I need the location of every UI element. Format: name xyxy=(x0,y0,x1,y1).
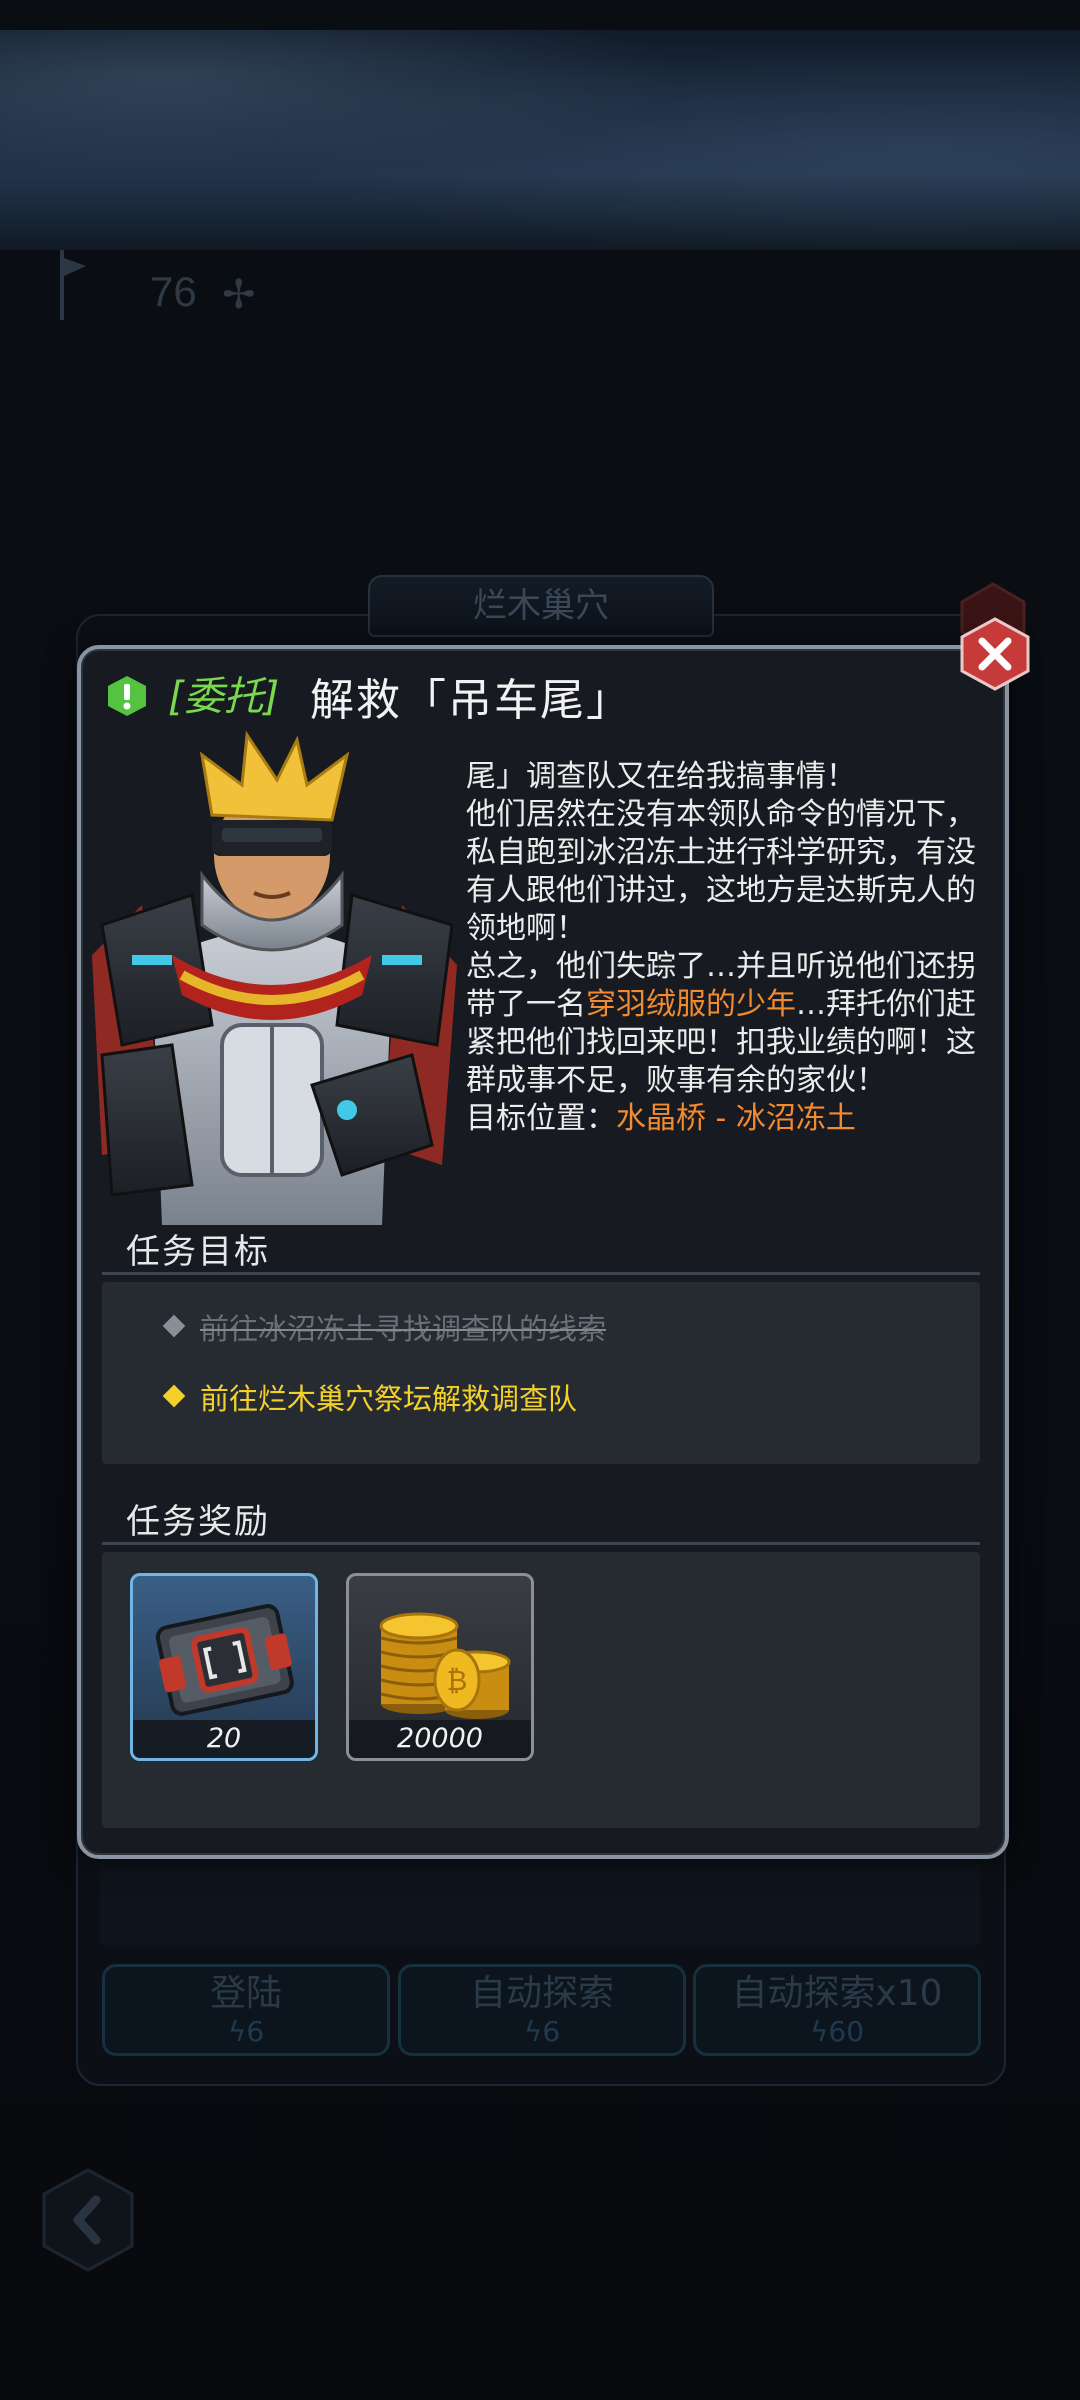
reward-item[interactable]: 20 xyxy=(130,1573,318,1761)
story-line-1: 尾」调查队又在给我搞事情！ xyxy=(466,759,856,794)
energy-icon: ϟ xyxy=(227,2015,247,2048)
energy-icon: ϟ xyxy=(809,2015,829,2048)
location-value: 水晶桥 - 冰沼冻土 xyxy=(616,1101,856,1136)
energy-icon: ϟ xyxy=(523,2015,543,2048)
auto-explore-label: 自动探索 xyxy=(469,1973,614,2014)
sparkle-icon: ✢ xyxy=(222,272,256,318)
objective-done: 前往冰沼冻土寻找调查队的线索 xyxy=(200,1312,607,1346)
quest-screen: 76 ✢ 烂木巢穴 登陆 ϟ6 自动探索 ϟ6 自动探索x10 ϟ60 [委托]… xyxy=(0,0,1080,2400)
auto-explore-x10-label: 自动探索x10 xyxy=(731,1973,943,2014)
land-button-label: 登陆 xyxy=(209,1973,282,2014)
background-sky xyxy=(0,0,1080,250)
reward-count: 20 xyxy=(133,1720,315,1758)
location-label: 目标位置： xyxy=(466,1101,616,1136)
objective-active: 前往烂木巢穴祭坛解救调查队 xyxy=(200,1382,578,1416)
highlighted-npc: 穿羽绒服的少年 xyxy=(586,987,796,1022)
character-portrait xyxy=(92,730,457,1225)
auto-explore-x10-cost: ϟ60 xyxy=(809,2015,865,2048)
back-arrow-icon[interactable] xyxy=(38,2166,138,2274)
gear-box-icon xyxy=(155,1604,294,1716)
rewards-divider xyxy=(102,1542,980,1545)
alert-icon xyxy=(108,676,146,716)
auto-explore-cost: ϟ6 xyxy=(523,2015,561,2048)
flag-icon xyxy=(60,250,86,320)
objectives-title: 任务目标 xyxy=(126,1232,270,1272)
objectives-divider xyxy=(102,1272,980,1275)
map-title: 烂木巢穴 xyxy=(368,575,714,637)
close-icon[interactable] xyxy=(958,617,1032,691)
status-bar-area xyxy=(0,0,1080,30)
quest-title: 解救「吊车尾」 xyxy=(310,675,632,726)
auto-explore-button[interactable]: 自动探索 ϟ6 xyxy=(398,1964,686,2056)
quest-type-tag: [委托] xyxy=(168,674,280,720)
quest-description: 尾」调查队又在给我搞事情！ 他们居然在没有本领队命令的情况下，私自跑到冰沼冻土进… xyxy=(466,758,996,1138)
map-info-strip xyxy=(100,1855,980,1945)
rewards-title: 任务奖励 xyxy=(126,1502,270,1542)
reward-count: 20000 xyxy=(349,1720,531,1758)
story-line-2: 他们居然在没有本领队命令的情况下，私自跑到冰沼冻土进行科学研究，有没有人跟他们讲… xyxy=(466,797,976,946)
land-button[interactable]: 登陆 ϟ6 xyxy=(102,1964,390,2056)
svg-text:₿: ₿ xyxy=(447,1664,468,1697)
reward-item[interactable]: ₿ 20000 xyxy=(346,1573,534,1761)
target-location: 目标位置：水晶桥 - 冰沼冻土 xyxy=(466,1100,996,1138)
story-line-3: 总之，他们失踪了…并且听说他们还拐带了一名穿羽绒服的少年…拜托你们赶紧把他们找回… xyxy=(466,949,976,1098)
land-button-cost: ϟ6 xyxy=(227,2015,265,2048)
gold-coins-icon: ₿ xyxy=(379,1612,511,1719)
level-value: 76 xyxy=(150,268,197,315)
auto-explore-x10-button[interactable]: 自动探索x10 ϟ60 xyxy=(693,1964,981,2056)
